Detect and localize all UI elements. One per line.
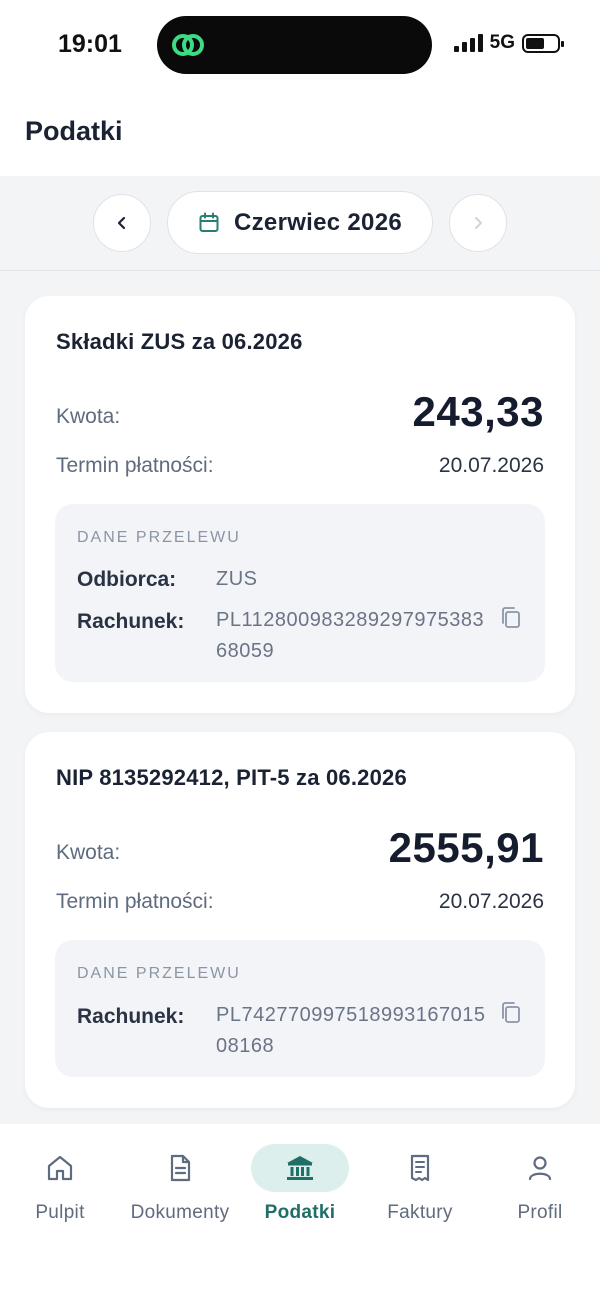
page-title: Podatki	[25, 116, 123, 146]
chevron-left-icon	[117, 216, 126, 230]
amount-value: 2555,91	[388, 824, 544, 871]
card-title: Składki ZUS za 06.2026	[56, 329, 303, 354]
status-bar: 19:01 5G	[0, 0, 600, 90]
signal-icon	[453, 34, 483, 52]
link-icon	[172, 34, 204, 56]
due-date-value: 20.07.2026	[438, 454, 544, 477]
account-number[interactable]: PL11280098328929797538368059	[216, 605, 488, 667]
tab-label: Pulpit	[35, 1202, 85, 1223]
card-title: NIP 8135292412, PIT-5 za 06.2026	[56, 765, 407, 790]
copy-icon[interactable]	[499, 1000, 523, 1026]
receipt-icon	[410, 1154, 430, 1182]
month-label: Czerwiec 2026	[233, 208, 402, 236]
user-icon	[528, 1156, 552, 1181]
bottom-tab-bar: Pulpit Dokumenty Podatki Faktury Profil	[0, 1124, 600, 1298]
transfer-heading: DANE PRZELEWU	[77, 529, 241, 546]
tab-podatki[interactable]: Podatki	[240, 1144, 360, 1224]
recipient-label: Odbiorca:	[77, 568, 177, 591]
bank-icon	[287, 1156, 313, 1180]
calendar-icon	[199, 212, 219, 232]
account-number[interactable]: PL74277099751899316701508168	[216, 1000, 488, 1062]
document-icon	[170, 1154, 191, 1182]
app-header: Podatki	[0, 90, 600, 176]
tax-card-pit5: NIP 8135292412, PIT-5 za 06.2026 Kwota: …	[25, 732, 575, 1108]
battery-icon	[522, 33, 564, 53]
tab-dokumenty[interactable]: Dokumenty	[120, 1144, 240, 1224]
status-indicators: 5G	[453, 32, 564, 54]
tab-label: Podatki	[264, 1202, 336, 1223]
tab-profil[interactable]: Profil	[480, 1144, 600, 1224]
tax-card-zus: Składki ZUS za 06.2026 Kwota: 243,33 Ter…	[25, 296, 575, 713]
month-picker[interactable]: Czerwiec 2026	[167, 191, 433, 254]
month-selector: Czerwiec 2026	[0, 176, 600, 271]
status-time: 19:01	[58, 30, 122, 58]
home-icon	[47, 1155, 73, 1181]
previous-month-button[interactable]	[93, 194, 151, 252]
due-date-label: Termin płatności:	[56, 890, 214, 913]
amount-value: 243,33	[412, 388, 544, 435]
tab-faktury[interactable]: Faktury	[360, 1144, 480, 1224]
transfer-heading: DANE PRZELEWU	[77, 965, 241, 982]
dynamic-island	[157, 16, 432, 74]
account-label: Rachunek:	[77, 1005, 185, 1028]
transfer-details: DANE PRZELEWU Rachunek: PL74277099751899…	[55, 940, 545, 1077]
copy-icon[interactable]	[499, 605, 523, 631]
tab-pulpit[interactable]: Pulpit	[0, 1144, 120, 1224]
amount-label: Kwota:	[56, 405, 121, 428]
tab-label: Dokumenty	[130, 1202, 230, 1223]
transfer-details: DANE PRZELEWU Odbiorca: ZUS Rachunek: PL…	[55, 504, 545, 682]
tab-label: Profil	[517, 1202, 563, 1223]
network-type: 5G	[489, 32, 515, 53]
account-label: Rachunek:	[77, 610, 185, 633]
next-month-button[interactable]	[449, 194, 507, 252]
due-date-label: Termin płatności:	[56, 454, 214, 477]
amount-label: Kwota:	[56, 841, 121, 864]
tab-label: Faktury	[387, 1202, 453, 1223]
due-date-value: 20.07.2026	[438, 890, 544, 913]
chevron-right-icon	[475, 217, 482, 229]
recipient-value: ZUS	[216, 568, 258, 590]
